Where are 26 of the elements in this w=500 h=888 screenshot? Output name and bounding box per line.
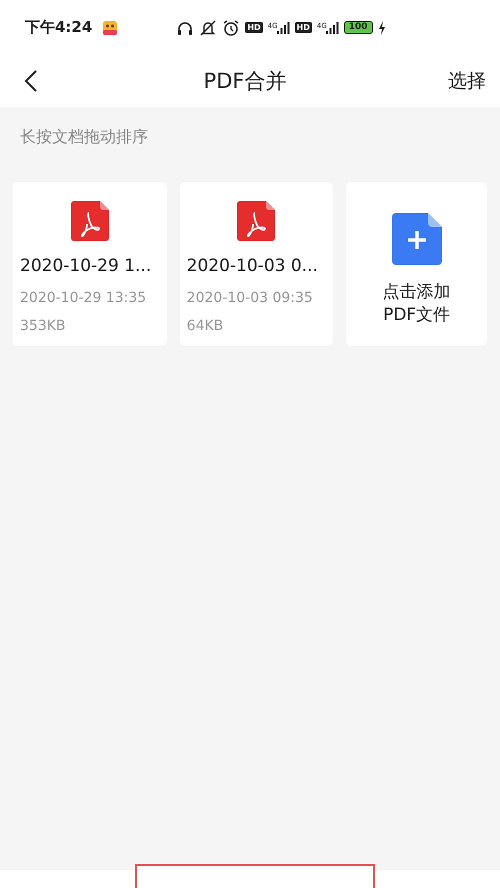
add-pdf-card[interactable]: 点击添加 PDF文件 <box>346 182 487 346</box>
muted-bell-icon <box>199 18 218 36</box>
app-icon <box>102 20 118 36</box>
file-date: 2020-10-03 09:35 <box>186 289 314 308</box>
add-file-icon <box>392 213 442 265</box>
file-name: 2020-10-29 1... <box>20 256 152 276</box>
alarm-clock-icon <box>222 18 240 36</box>
status-time: 下午4:24 <box>25 18 92 37</box>
select-button[interactable]: 选择 <box>448 68 486 94</box>
add-file-label: 点击添加 PDF文件 <box>382 281 451 327</box>
hint-text: 长按文档拖动排序 <box>19 126 149 148</box>
signal-icon <box>276 22 290 34</box>
pdf-file-card[interactable]: 2020-10-29 1... 2020-10-29 13:35 353KB <box>13 182 167 346</box>
pdf-file-card[interactable]: 2020-10-03 0... 2020-10-03 09:35 64KB <box>180 182 334 346</box>
file-name: 2020-10-03 0... <box>186 256 319 276</box>
file-date: 2020-10-29 13:35 <box>20 289 148 308</box>
pdf-file-icon <box>237 201 276 241</box>
signal-icon <box>324 22 339 34</box>
file-size: 353KB <box>20 317 67 336</box>
battery-level: 100 <box>344 21 373 34</box>
lightning-icon <box>378 20 386 34</box>
hd-badge: HD <box>294 22 312 33</box>
hd-badge: HD <box>245 22 263 33</box>
page-title: PDF合并 <box>204 68 286 95</box>
pdf-file-icon <box>70 201 109 241</box>
file-size: 64KB <box>186 317 224 336</box>
